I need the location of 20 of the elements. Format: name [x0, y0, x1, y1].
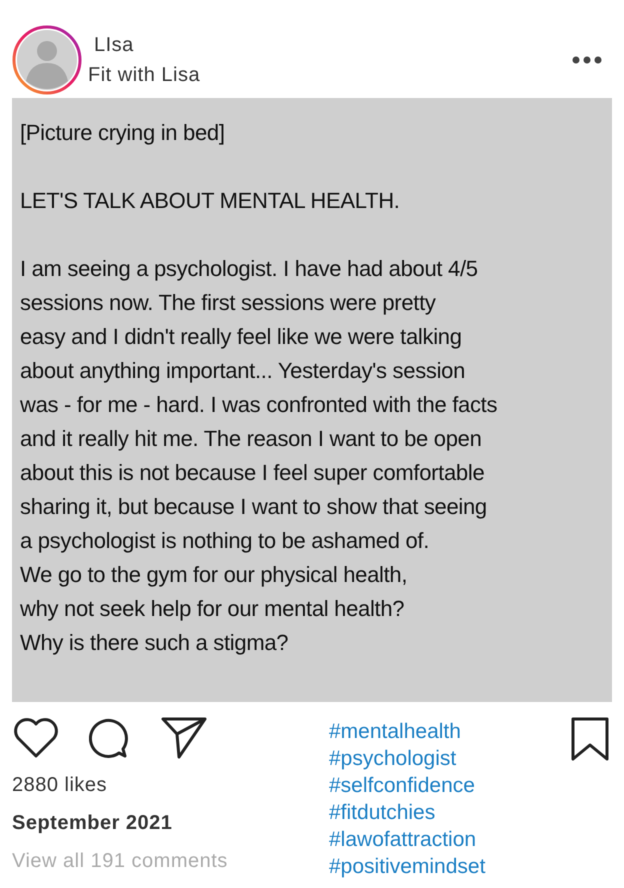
more-options-icon[interactable]	[572, 56, 602, 64]
hashtag-link[interactable]: #psychologist	[329, 745, 486, 772]
hashtag-link[interactable]: #mentalhealth	[329, 718, 486, 745]
hashtag-link[interactable]: #positivemindset	[329, 853, 486, 880]
hashtag-link[interactable]: #fitdutchies	[329, 799, 486, 826]
post-date: September 2021	[12, 811, 174, 836]
account-subtitle: Fit with Lisa	[88, 63, 200, 88]
avatar-icon[interactable]	[12, 25, 82, 95]
heart-icon[interactable]	[13, 717, 59, 759]
post-text: [Picture crying in bed]	[20, 119, 225, 147]
comment-icon[interactable]	[89, 717, 131, 759]
view-comments-link[interactable]: View all 191 comments	[12, 848, 312, 874]
send-icon[interactable]	[161, 716, 207, 760]
post-text: LET'S TALK ABOUT MENTAL HEALTH.	[20, 187, 400, 215]
likes-count[interactable]: 2880 likes	[12, 772, 312, 798]
hashtag-link[interactable]: #selfconfidence	[329, 772, 486, 799]
hashtag-link[interactable]: #lawofattraction	[329, 826, 486, 853]
username[interactable]: LIsa	[94, 30, 200, 60]
post-text: I am seeing a psychologist. I have had about 4/5 sessions now. The first sessions were pretty easy and I didn't really feel like we were talking about anything important... Yesterday's session was - for me - hard. I was confronted with the facts and it really hit me. The reason I want to be open about this is not because I feel super comfortable sharing it, but because I want to show that seeing a psychologist is nothing to be ashamed of. We go to the gym for our physical health, why not seek help for our mental health? Why is there such a stigma?	[20, 255, 498, 657]
bookmark-icon[interactable]	[570, 716, 610, 762]
